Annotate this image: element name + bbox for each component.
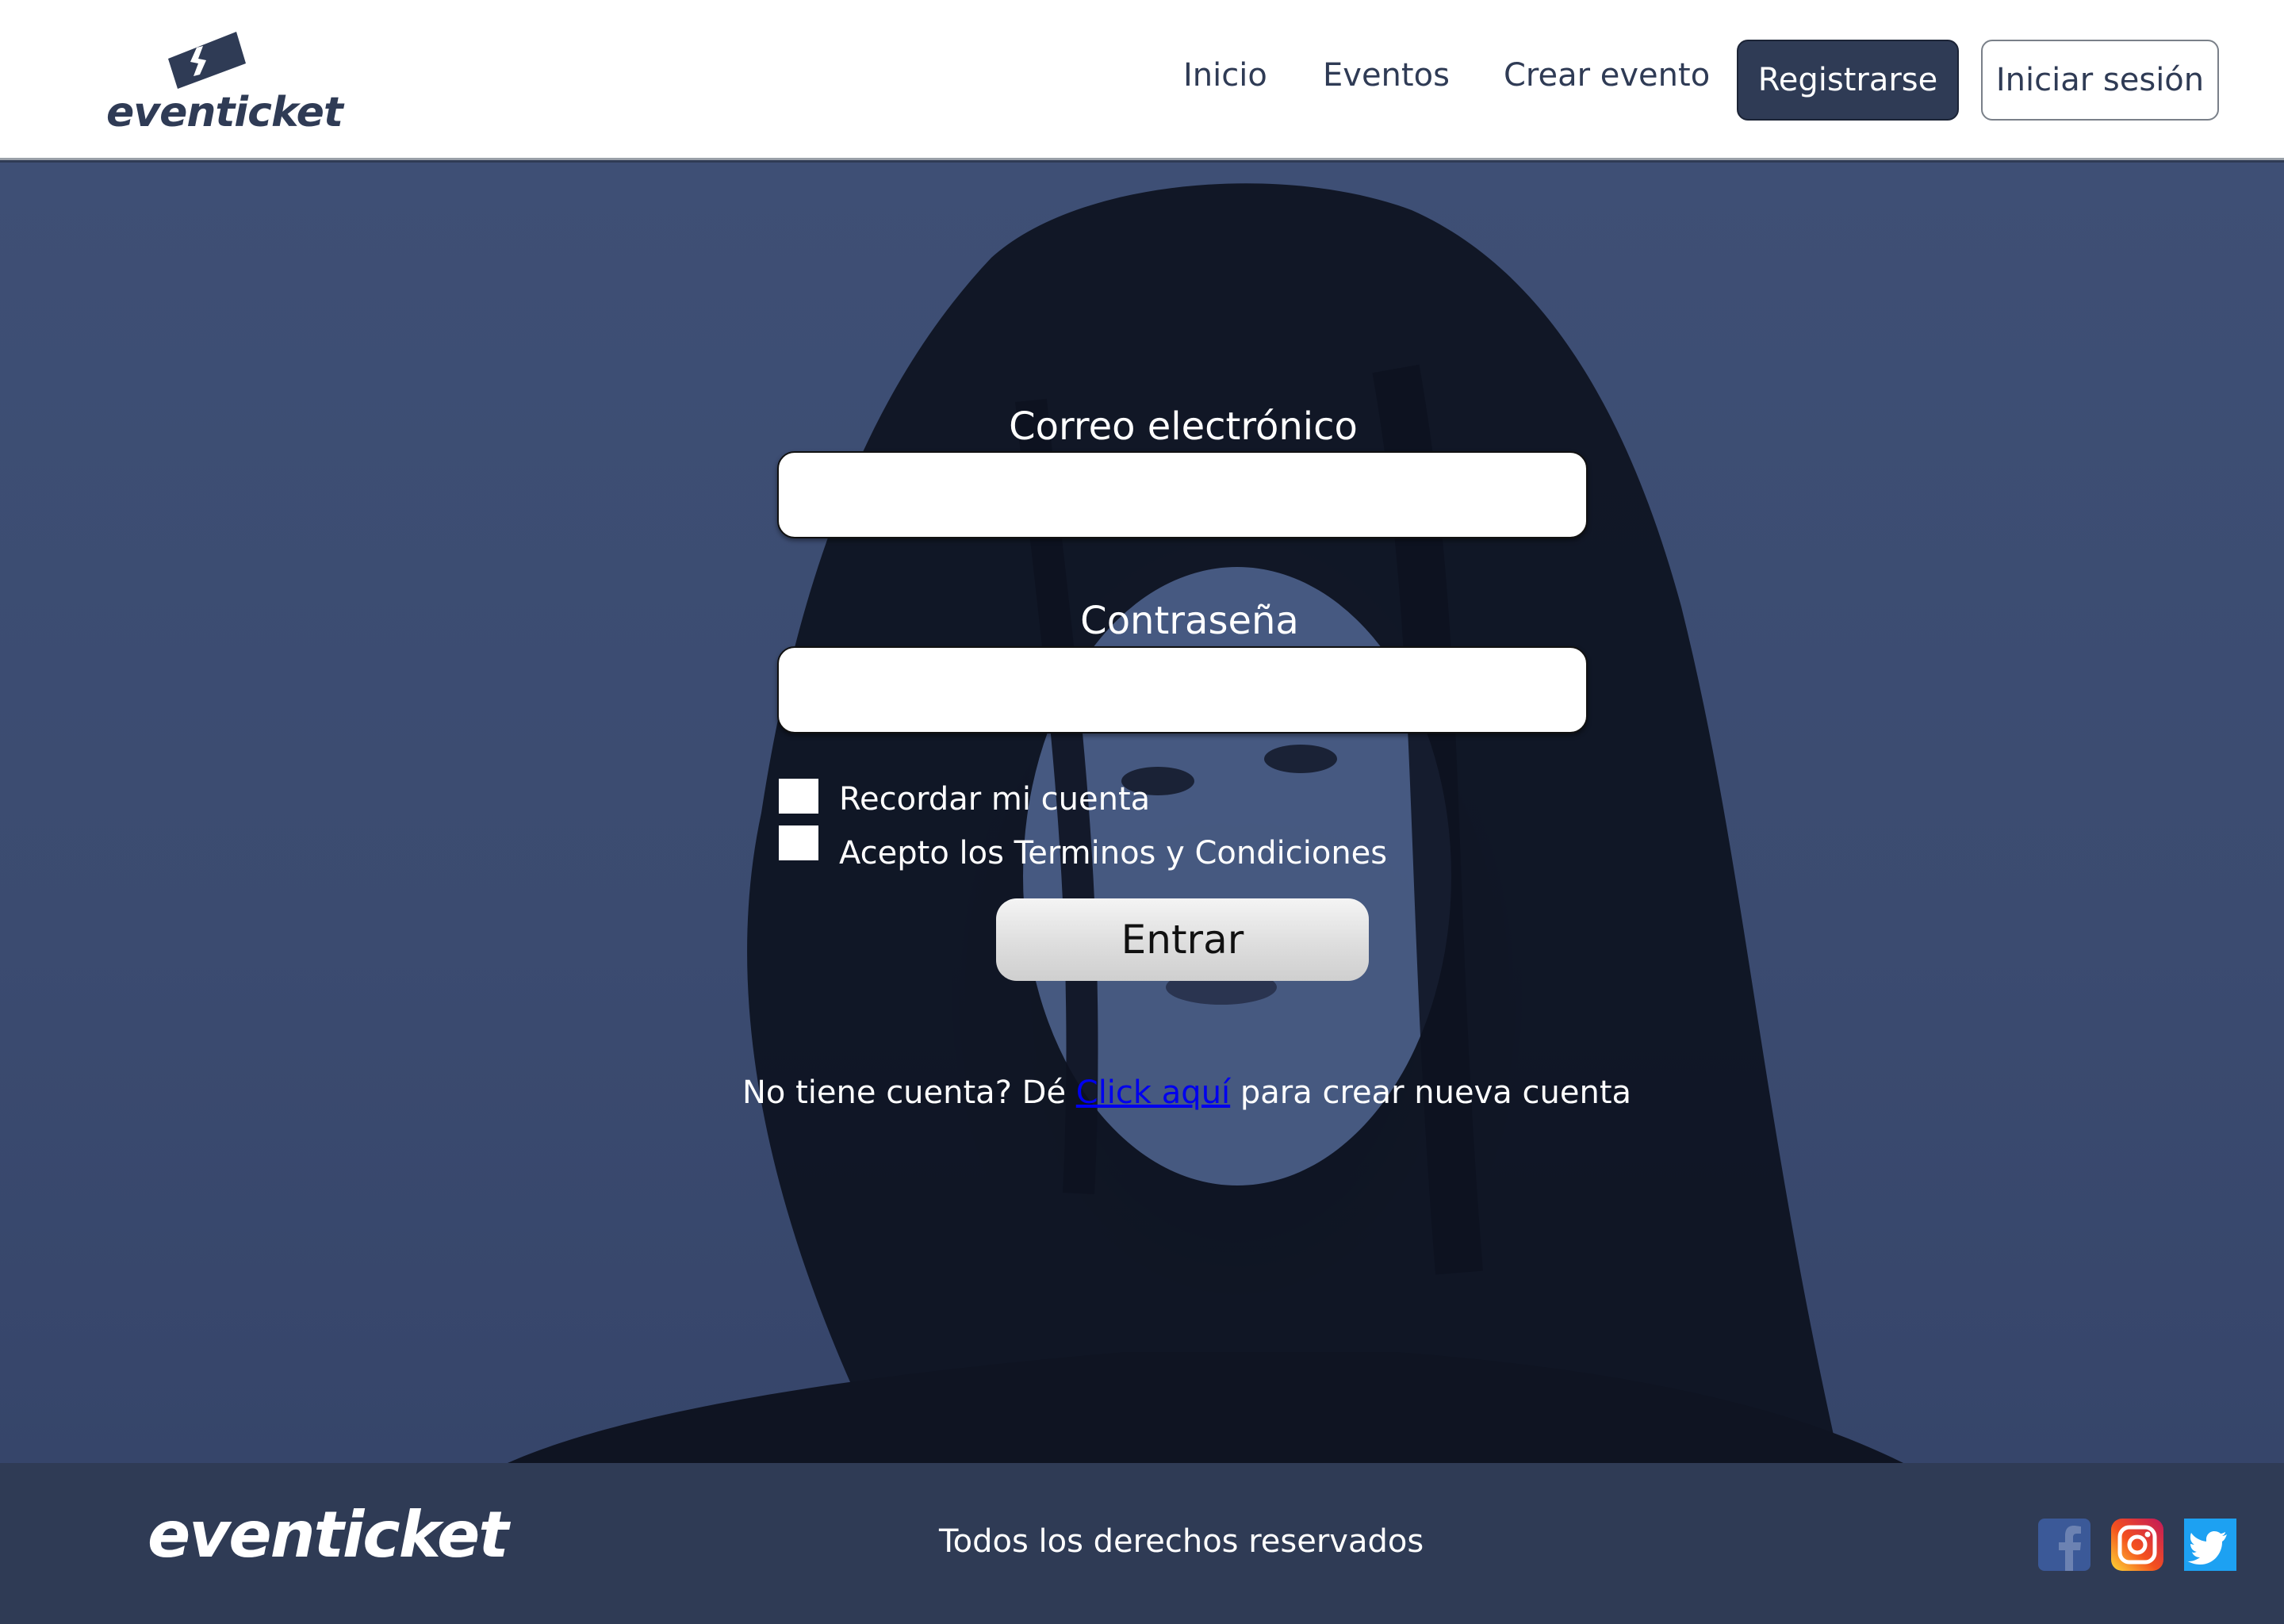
terms-label: Acepto los Terminos y Condiciones: [839, 835, 1388, 871]
signup-link[interactable]: Click aquí: [1076, 1074, 1230, 1111]
nav-inicio[interactable]: Inicio: [1183, 57, 1267, 94]
remember-checkbox[interactable]: [779, 779, 818, 814]
password-input[interactable]: [777, 646, 1588, 733]
remember-label: Recordar mi cuenta: [839, 781, 1151, 818]
site-header: eventicket Inicio Eventos Crear evento R…: [0, 0, 2284, 160]
footer-logo[interactable]: eventicket: [148, 1498, 509, 1572]
terms-row: Acepto los Terminos y Condiciones: [779, 814, 1387, 871]
facebook-icon[interactable]: [2038, 1519, 2090, 1571]
register-button[interactable]: Registrarse: [1737, 40, 1959, 121]
signup-prompt: No tiene cuenta? Dé Click aquí para crea…: [742, 1074, 1631, 1111]
instagram-icon[interactable]: [2111, 1519, 2163, 1571]
nav-eventos[interactable]: Eventos: [1323, 57, 1450, 94]
email-label: Correo electrónico: [1009, 404, 1358, 449]
login-nav-button[interactable]: Iniciar sesión: [1981, 40, 2219, 121]
remember-row: Recordar mi cuenta: [779, 775, 1150, 818]
twitter-icon[interactable]: [2184, 1519, 2236, 1571]
password-label: Contraseña: [1080, 599, 1299, 643]
terms-checkbox[interactable]: [779, 825, 818, 860]
nav-crear-evento[interactable]: Crear evento: [1504, 57, 1710, 94]
footer-copyright: Todos los derechos reservados: [939, 1523, 1424, 1560]
ticket-icon: [168, 32, 246, 89]
signup-prefix: No tiene cuenta? Dé: [742, 1074, 1076, 1111]
login-hero: Correo electrónico Contraseña Recordar m…: [0, 163, 2284, 1463]
email-input[interactable]: [777, 451, 1588, 538]
site-logo[interactable]: eventicket: [106, 27, 343, 138]
submit-button[interactable]: Entrar: [996, 898, 1369, 981]
signup-suffix: para crear nueva cuenta: [1230, 1074, 1632, 1111]
logo-wordmark: eventicket: [106, 89, 343, 136]
site-footer: eventicket Todos los derechos reservados: [0, 1463, 2284, 1624]
